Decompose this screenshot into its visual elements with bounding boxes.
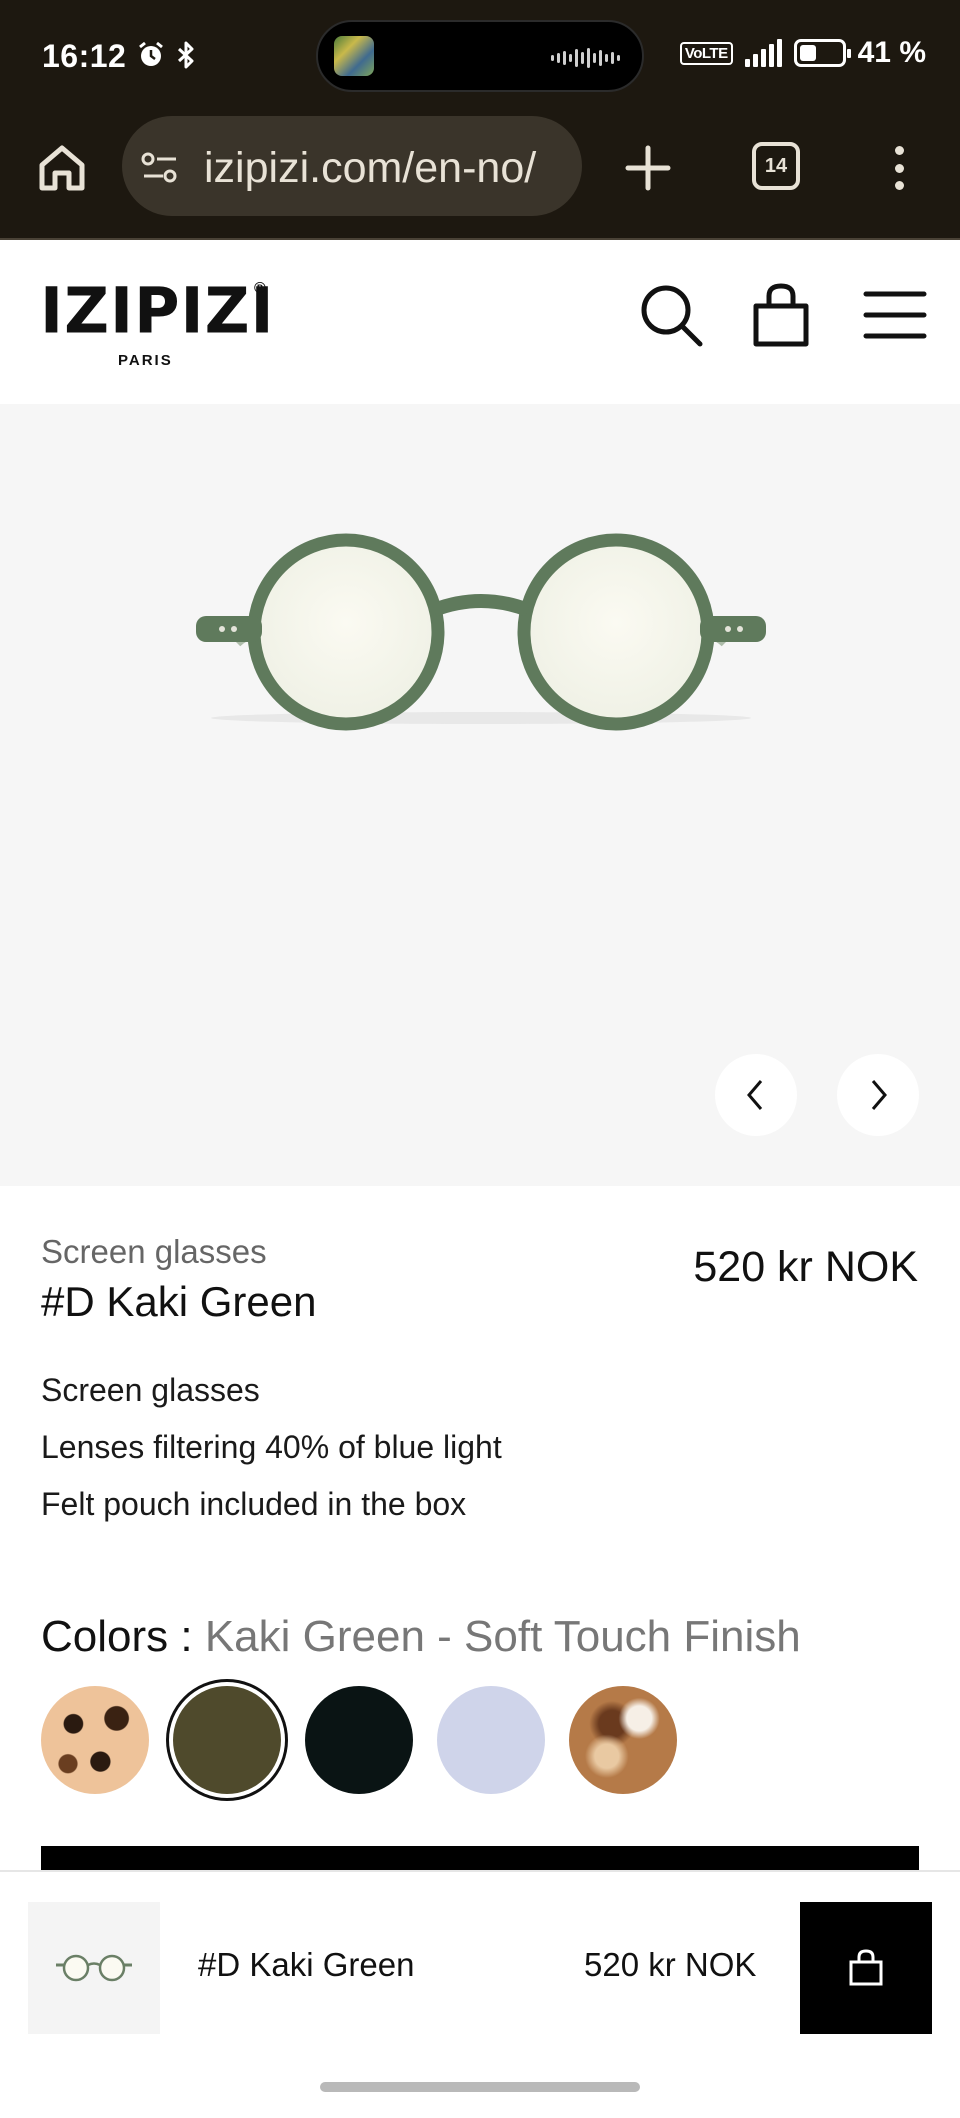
feature-item: Lenses filtering 40% of blue light [41,1429,502,1465]
sticky-add-to-cart-bar: #D Kaki Green 520 kr NOK [0,1870,960,2034]
audio-wave-icon [551,48,620,68]
add-to-cart-button[interactable] [41,1846,919,1870]
dynamic-island [316,20,644,92]
colors-label: Colors : [41,1612,193,1661]
chevron-left-icon [747,1080,763,1110]
bluetooth-icon [177,41,194,69]
registered-mark: ® [254,280,266,297]
home-indicator[interactable] [320,2082,640,2092]
swatch-lavender[interactable] [437,1686,545,1794]
hamburger-menu-icon[interactable] [860,280,930,350]
address-bar[interactable]: izipizi.com/en-no/ [122,116,582,216]
product-features: Screen glasses Lenses filtering 40% of b… [41,1362,502,1533]
swatch-brown-tortoise[interactable] [569,1686,677,1794]
status-time: 16:12 [42,38,127,74]
alarm-icon [139,41,163,66]
logo-text: IZIPIZI [40,273,275,348]
battery-percentage: 41 % [857,36,926,69]
browser-menu-icon[interactable] [884,140,914,196]
status-icons-left [136,40,198,70]
sticky-product-thumbnail [28,1902,160,2034]
product-image-glasses [196,533,766,731]
izipizi-logo[interactable]: IZIPIZI ® PARIS [40,273,275,369]
search-icon[interactable] [636,280,706,350]
browser-toolbar: izipizi.com/en-no/ 14 [0,112,960,240]
sticky-product-price: 520 kr NOK [584,1946,757,1983]
url-text: izipizi.com/en-no/ [204,144,537,192]
colors-heading: Colors : Kaki Green - Soft Touch Finish [41,1612,801,1662]
product-price: 520 kr NOK [693,1243,918,1291]
site-header: IZIPIZI ® PARIS [0,240,960,404]
logo-subtitle: PARIS [118,352,173,369]
now-playing-thumbnail [334,36,374,76]
sticky-product-title: #D Kaki Green [198,1946,415,1983]
battery-icon [793,39,851,67]
status-right: VoLTE 41 % [679,36,926,70]
product-title: #D Kaki Green [41,1278,317,1325]
product-image-gallery[interactable] [0,404,960,1186]
bag-icon [849,1949,883,1986]
glasses-thumbnail-icon [56,1954,132,1982]
swatch-black[interactable] [305,1686,413,1794]
new-tab-icon[interactable] [622,142,674,194]
battery-fill [799,45,816,61]
color-swatches [41,1686,677,1794]
signal-icon [744,39,782,67]
status-bar: 16:12 VoLTE 41 % [0,0,960,112]
feature-item: Screen glasses [41,1372,260,1408]
home-icon[interactable] [34,140,90,196]
feature-item: Felt pouch included in the box [41,1486,467,1522]
volte-badge: VoLTE [679,41,733,65]
product-category: Screen glasses [41,1233,267,1270]
selected-color-name: Kaki Green - Soft Touch Finish [204,1612,801,1661]
chevron-right-icon [871,1080,887,1110]
sticky-add-to-cart-button[interactable] [800,1902,932,2034]
site-settings-icon[interactable] [140,148,180,188]
tab-switcher-button[interactable]: 14 [752,142,800,190]
gallery-prev-button[interactable] [715,1054,797,1136]
bag-icon[interactable] [746,280,816,350]
swatch-kaki-green[interactable] [173,1686,281,1794]
swatch-tortoise[interactable] [41,1686,149,1794]
gallery-next-button[interactable] [837,1054,919,1136]
